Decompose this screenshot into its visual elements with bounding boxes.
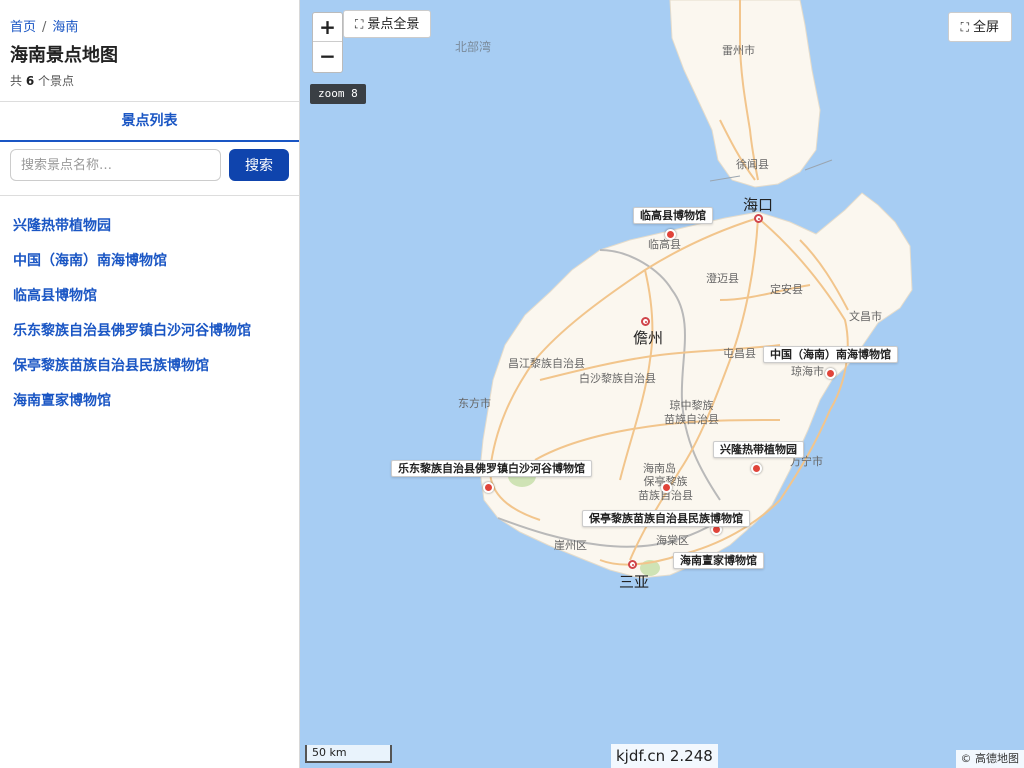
expand-icon: ⛶	[355, 17, 364, 31]
map-base	[479, 0, 913, 579]
place-label-leizhou: 雷州市	[722, 44, 755, 57]
fullscreen-button-label: 全屏	[972, 20, 999, 35]
place-label-beibuwan: 北部湾	[455, 40, 492, 54]
count-value: 6	[25, 74, 35, 88]
place-label-xuwen: 徐闻县	[736, 158, 769, 171]
city-dot-sanya	[628, 560, 637, 569]
breadcrumb-separator: /	[42, 20, 47, 35]
spot-list-item[interactable]: 海南亶家博物馆	[13, 384, 251, 419]
place-label-baisha: 白沙黎族自治县	[579, 372, 656, 385]
divider	[0, 195, 299, 196]
place-label-dingan: 定安县	[770, 283, 803, 296]
search-button[interactable]: 搜索	[229, 149, 289, 181]
place-label-hainandao: 海南岛	[643, 462, 676, 475]
tab-bar: 景点列表	[0, 101, 299, 142]
spot-count: 共 6 个景点	[10, 72, 74, 89]
site-label: kjdf.cn 2.248	[611, 744, 718, 768]
place-label-danzhou: 儋州	[633, 329, 664, 347]
overview-button-label: 景点全景	[367, 17, 420, 32]
scale-bar: 50 km	[305, 745, 392, 763]
zoom-out-button[interactable]: −	[313, 42, 342, 71]
place-label-changjiang: 昌江黎族自治县	[508, 357, 585, 370]
page-title: 海南景点地图	[10, 45, 118, 66]
overview-button[interactable]: ⛶ 景点全景	[343, 10, 432, 38]
marker-hainan-danjia-museum[interactable]	[661, 482, 672, 493]
place-label-chengmai: 澄迈县	[706, 272, 739, 285]
place-label-yazhou: 崖州区	[554, 539, 587, 552]
place-label-dongfang: 东方市	[458, 397, 491, 410]
count-prefix: 共	[10, 74, 23, 88]
place-label-haitang: 海棠区	[656, 534, 689, 547]
map-copyright[interactable]: © 高德地图	[955, 750, 1024, 768]
zoom-in-button[interactable]: +	[313, 13, 342, 42]
breadcrumb: 首页 / 海南	[10, 16, 78, 35]
marker-label-lingao-museum[interactable]: 临高县博物馆	[633, 207, 713, 224]
spot-list-item[interactable]: 乐东黎族自治县佛罗镇白沙河谷博物馆	[13, 314, 251, 349]
place-label-haikou: 海口	[743, 196, 774, 214]
zoom-control: + −	[312, 12, 343, 73]
search-input[interactable]	[10, 149, 221, 181]
marker-label-baoting-museum[interactable]: 保亭黎族苗族自治县民族博物馆	[582, 510, 750, 527]
spot-list-item[interactable]: 临高县博物馆	[13, 279, 251, 314]
spot-list: 兴隆热带植物园 中国（海南）南海博物馆 临高县博物馆 乐东黎族自治县佛罗镇白沙河…	[13, 209, 251, 419]
breadcrumb-current-link[interactable]: 海南	[52, 20, 78, 35]
place-label-wenchang: 文昌市	[849, 310, 882, 323]
place-label-qiongzhong: 琼中黎族 苗族自治县	[664, 399, 719, 426]
marker-label-xinglong-botanical-garden[interactable]: 兴隆热带植物园	[713, 441, 804, 458]
expand-icon: ⛶	[960, 20, 969, 34]
count-suffix: 个景点	[38, 74, 75, 88]
spot-list-item[interactable]: 兴隆热带植物园	[13, 209, 251, 244]
ferry-line	[804, 159, 833, 171]
fullscreen-button[interactable]: ⛶ 全屏	[947, 12, 1012, 42]
city-dot-danzhou	[641, 317, 650, 326]
marker-label-south-china-sea-museum[interactable]: 中国（海南）南海博物馆	[763, 346, 898, 363]
place-label-qionghai: 琼海市	[791, 365, 824, 378]
place-label-tunchang: 屯昌县	[723, 347, 756, 360]
marker-label-hainan-danjia-museum[interactable]: 海南亶家博物馆	[673, 552, 764, 569]
place-label-sanya: 三亚	[619, 573, 650, 591]
tab-spot-list[interactable]: 景点列表	[0, 102, 299, 142]
place-label-lingao: 临高县	[648, 238, 681, 251]
spot-list-item[interactable]: 保亭黎族苗族自治县民族博物馆	[13, 349, 251, 384]
spot-list-item[interactable]: 中国（海南）南海博物馆	[13, 244, 251, 279]
marker-xinglong-botanical-garden[interactable]	[751, 463, 762, 474]
marker-lingao-museum[interactable]	[665, 229, 676, 240]
map-canvas[interactable]: 北部湾 雷州市 徐闻县 海口 临高县 澄迈县 定安县 文昌市 儋州 屯昌县 琼海…	[300, 0, 1024, 768]
zoom-level-label: zoom 8	[310, 84, 366, 104]
marker-ledong-museum[interactable]	[483, 482, 494, 493]
marker-south-china-sea-museum[interactable]	[825, 368, 836, 379]
sidebar: 首页 / 海南 海南景点地图 共 6 个景点 景点列表 搜索 兴隆热带植物园 中国（…	[0, 0, 300, 768]
breadcrumb-home-link[interactable]: 首页	[10, 20, 36, 35]
marker-label-ledong-museum[interactable]: 乐东黎族自治县佛罗镇白沙河谷博物馆	[391, 460, 592, 477]
city-dot-haikou	[754, 214, 763, 223]
